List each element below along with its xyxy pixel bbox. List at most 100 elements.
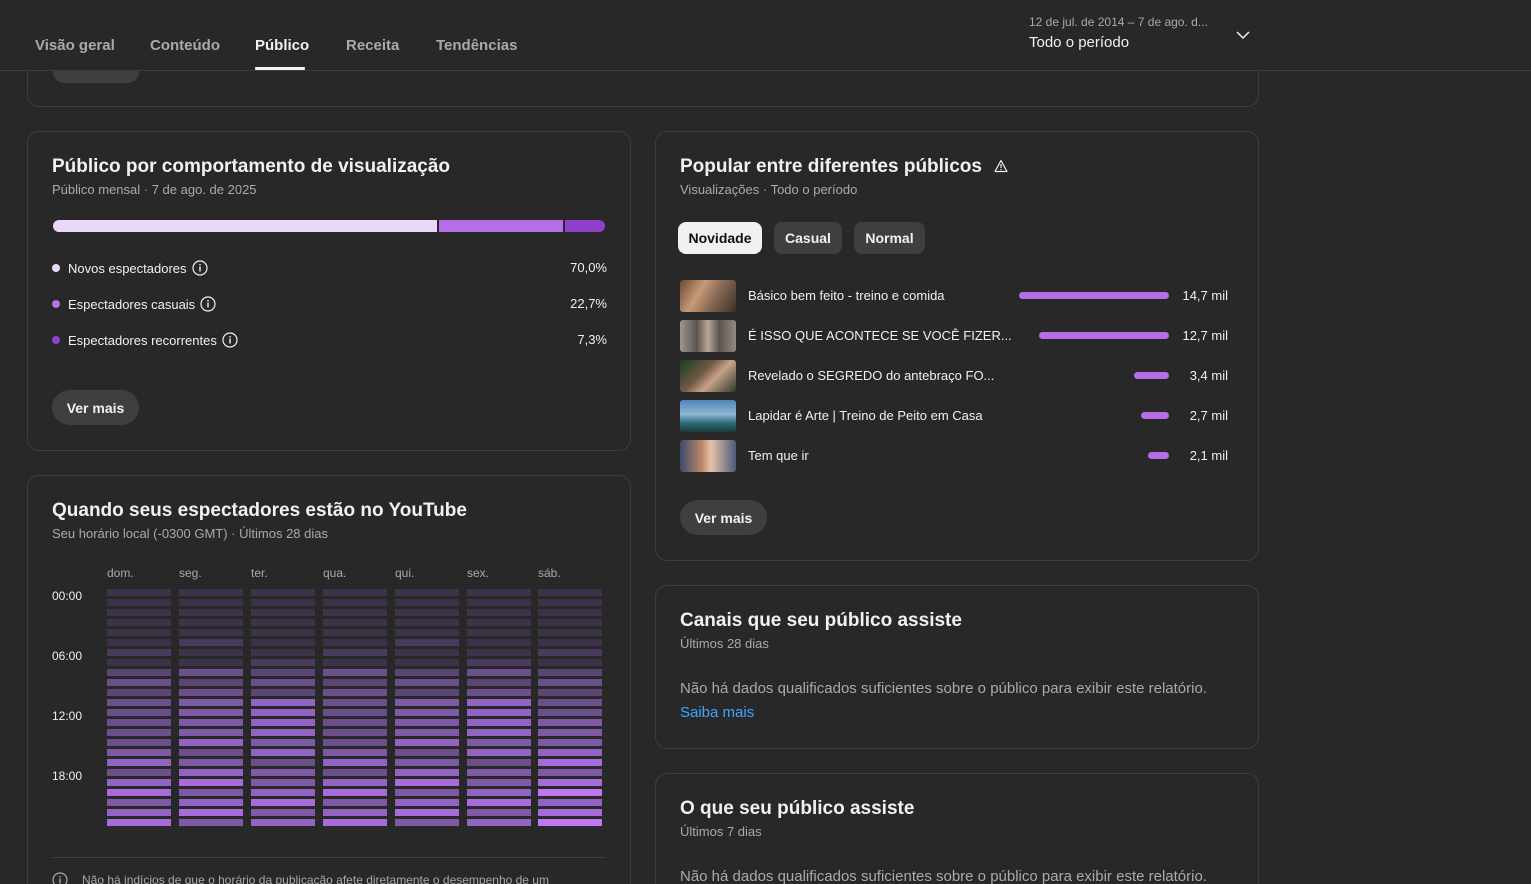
- heatmap-cell: [179, 789, 243, 796]
- heatmap-cell: [395, 709, 459, 716]
- heatmap-cell: [538, 669, 602, 676]
- heatmap-cell: [467, 719, 531, 726]
- tab-trends[interactable]: Tendências: [436, 37, 517, 54]
- video-title[interactable]: Tem que ir: [748, 448, 809, 463]
- video-thumbnail[interactable]: [680, 400, 736, 432]
- heatmap-cell: [467, 779, 531, 786]
- heatmap-cell: [251, 649, 315, 656]
- video-row[interactable]: É ISSO QUE ACONTECE SE VOCÊ FIZER... 12,…: [680, 320, 1228, 352]
- chip-regular[interactable]: Normal: [854, 222, 925, 254]
- heatmap-cell: [323, 779, 387, 786]
- period-selector-value[interactable]: Todo o período: [1029, 34, 1129, 51]
- video-thumbnail[interactable]: [680, 440, 736, 472]
- tab-revenue[interactable]: Receita: [346, 37, 399, 54]
- chip-casual[interactable]: Casual: [774, 222, 842, 254]
- heatmap-cell: [107, 609, 171, 616]
- card-title: Quando seus espectadores estão no YouTub…: [52, 500, 467, 521]
- segment-regular-viewers: [564, 220, 605, 232]
- heatmap-cell: [251, 619, 315, 626]
- video-title[interactable]: Básico bem feito - treino e comida: [748, 288, 945, 303]
- info-icon: [52, 872, 68, 884]
- info-icon[interactable]: [222, 332, 238, 348]
- heatmap-cell: [179, 609, 243, 616]
- video-row[interactable]: Lapidar é Arte | Treino de Peito em Casa…: [680, 400, 1228, 432]
- heatmap-cell: [251, 589, 315, 596]
- heatmap-cell: [395, 729, 459, 736]
- heatmap-cell: [251, 779, 315, 786]
- video-row[interactable]: Básico bem feito - treino e comida 14,7 …: [680, 280, 1228, 312]
- video-title[interactable]: Lapidar é Arte | Treino de Peito em Casa: [748, 408, 983, 423]
- heatmap-cell: [395, 739, 459, 746]
- heatmap-cell: [395, 669, 459, 676]
- heatmap-cell: [395, 659, 459, 666]
- heatmap-cell: [107, 699, 171, 706]
- card-subtitle: Últimos 7 dias: [680, 824, 762, 839]
- video-thumbnail[interactable]: [680, 320, 736, 352]
- heatmap-cell: [395, 799, 459, 806]
- see-more-button[interactable]: Ver mais: [680, 500, 767, 535]
- video-thumbnail[interactable]: [680, 280, 736, 312]
- heatmap-hour-label: 00:00: [52, 589, 83, 603]
- card-title: Popular entre diferentes públicos: [680, 156, 1008, 178]
- heatmap-cell: [107, 819, 171, 826]
- heatmap-cell: [467, 749, 531, 756]
- heatmap-cell: [538, 799, 602, 806]
- tab-overview[interactable]: Visão geral: [35, 37, 115, 54]
- heatmap-cell: [323, 679, 387, 686]
- heatmap-cell: [179, 619, 243, 626]
- heatmap-day-label: sex.: [467, 566, 490, 580]
- heatmap-cell: [538, 779, 602, 786]
- heatmap-cell: [107, 729, 171, 736]
- heatmap-cell: [395, 809, 459, 816]
- heatmap-cell: [323, 639, 387, 646]
- card-subtitle: Últimos 28 dias: [680, 636, 769, 651]
- heatmap-cell: [538, 629, 602, 636]
- video-title[interactable]: É ISSO QUE ACONTECE SE VOCÊ FIZER...: [748, 328, 1012, 343]
- heatmap-cell: [538, 789, 602, 796]
- learn-more-link[interactable]: Saiba mais: [680, 704, 754, 721]
- info-icon[interactable]: [200, 296, 216, 312]
- heatmap-cell: [251, 769, 315, 776]
- channels-audience-watches-card: Canais que seu público assiste Últimos 2…: [655, 585, 1259, 749]
- heatmap-cell: [323, 609, 387, 616]
- heatmap-cell: [107, 759, 171, 766]
- heatmap-cell: [179, 779, 243, 786]
- heatmap-cell: [323, 629, 387, 636]
- heatmap-cell: [179, 649, 243, 656]
- heatmap-cell: [395, 639, 459, 646]
- top-navigation: Visão geral Conteúdo Público Receita Ten…: [0, 0, 1531, 71]
- tab-audience[interactable]: Público: [255, 37, 309, 54]
- see-more-button[interactable]: Ver mais: [52, 390, 139, 425]
- heatmap-cell: [251, 659, 315, 666]
- chip-new[interactable]: Novidade: [678, 222, 762, 254]
- heatmap-cell: [107, 749, 171, 756]
- video-thumbnail[interactable]: [680, 360, 736, 392]
- segment-new-viewers: [53, 220, 437, 232]
- date-range-label[interactable]: 12 de jul. de 2014 – 7 de ago. d...: [1029, 15, 1219, 29]
- heatmap-cell: [323, 599, 387, 606]
- heatmap-cell: [179, 749, 243, 756]
- heatmap-cell: [538, 609, 602, 616]
- heatmap-cell: [179, 809, 243, 816]
- heatmap-day-label: seg.: [179, 566, 202, 580]
- warning-icon[interactable]: [994, 159, 1008, 173]
- legend-row: Novos espectadores 70,0%: [52, 258, 607, 278]
- video-row[interactable]: Tem que ir 2,1 mil: [680, 440, 1228, 472]
- heatmap-note: Não há indícios de que o horário da publ…: [82, 873, 549, 884]
- heatmap-day-label: ter.: [251, 566, 268, 580]
- heatmap-cell: [467, 759, 531, 766]
- tab-content[interactable]: Conteúdo: [150, 37, 220, 54]
- heatmap-cell: [395, 649, 459, 656]
- heatmap-cell: [395, 699, 459, 706]
- video-row[interactable]: Revelado o SEGREDO do antebraço FO... 3,…: [680, 360, 1228, 392]
- heatmap-cell: [323, 649, 387, 656]
- chevron-down-icon[interactable]: [1234, 26, 1252, 44]
- heatmap-cell: [179, 669, 243, 676]
- info-icon[interactable]: [191, 260, 208, 276]
- heatmap-cell: [538, 639, 602, 646]
- heatmap-cell: [107, 659, 171, 666]
- video-title[interactable]: Revelado o SEGREDO do antebraço FO...: [748, 368, 994, 383]
- heatmap-cell: [179, 689, 243, 696]
- heatmap-hour-label: 12:00: [52, 709, 83, 723]
- heatmap-cell: [538, 739, 602, 746]
